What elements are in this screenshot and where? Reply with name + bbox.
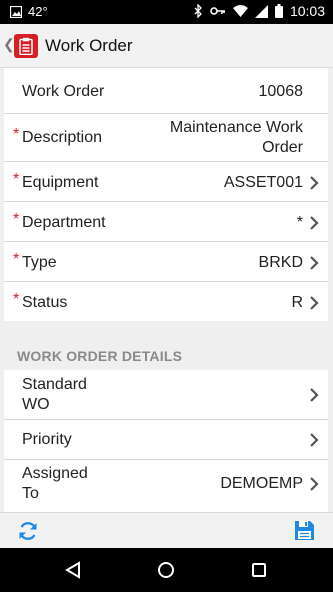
form-content: Work Order 10068 * Description Maintenan… xyxy=(0,68,333,512)
work-order-label: Work Order xyxy=(22,83,105,100)
bottom-action-bar xyxy=(0,512,333,548)
back-arrow-icon[interactable]: ❮ xyxy=(3,36,15,53)
equipment-value: ASSET001 xyxy=(223,174,303,191)
assigned-to-label-line2: To xyxy=(22,485,39,502)
work-order-value: 10068 xyxy=(258,83,304,100)
key-icon xyxy=(210,6,226,16)
home-circle-icon[interactable] xyxy=(157,561,175,579)
type-row[interactable]: * Type BRKD xyxy=(4,242,328,282)
required-marker: * xyxy=(13,211,20,228)
system-navigation-bar xyxy=(0,548,333,592)
priority-label: Priority xyxy=(22,431,72,448)
description-value-line2: Order xyxy=(262,139,303,156)
assigned-to-label-line1: Assigned xyxy=(22,465,88,482)
required-marker: * xyxy=(13,126,20,143)
required-marker: * xyxy=(13,291,20,308)
bluetooth-icon xyxy=(194,4,203,18)
status-row[interactable]: * Status R xyxy=(4,282,328,321)
chevron-right-icon xyxy=(310,216,319,230)
chevron-right-icon xyxy=(310,433,319,447)
type-value: BRKD xyxy=(258,254,303,271)
back-triangle-icon[interactable] xyxy=(64,561,82,579)
app-bar: ❮ Work Order xyxy=(0,24,333,68)
description-value-line1: Maintenance Work xyxy=(169,119,303,136)
battery-icon xyxy=(274,4,283,18)
chevron-right-icon xyxy=(310,296,319,310)
chevron-right-icon xyxy=(310,477,319,491)
assigned-to-row[interactable]: Assigned To DEMOEMP xyxy=(4,460,328,510)
wifi-icon xyxy=(232,5,248,17)
section-header: WORK ORDER DETAILS xyxy=(17,348,183,364)
chevron-right-icon xyxy=(310,176,319,190)
assigned-to-value: DEMOEMP xyxy=(220,475,303,492)
equipment-row[interactable]: * Equipment ASSET001 xyxy=(4,162,328,202)
chevron-right-icon xyxy=(310,388,319,402)
department-row[interactable]: * Department * xyxy=(4,202,328,242)
notification-image-icon xyxy=(10,5,22,18)
standard-wo-label-line2: WO xyxy=(22,396,50,413)
department-value: * xyxy=(296,214,303,231)
save-icon[interactable] xyxy=(294,520,315,541)
work-order-card: Work Order 10068 * Description Maintenan… xyxy=(4,68,328,321)
clipboard-icon[interactable] xyxy=(14,34,38,58)
status-label: Status xyxy=(22,294,68,311)
priority-row[interactable]: Priority xyxy=(4,420,328,460)
clock-text: 10:03 xyxy=(289,3,325,19)
department-label: Department xyxy=(22,214,106,231)
required-marker: * xyxy=(13,171,20,188)
status-bar: 42° 10:03 xyxy=(0,0,333,24)
status-value: R xyxy=(291,294,303,311)
description-row[interactable]: * Description Maintenance Work Order xyxy=(4,114,328,162)
equipment-label: Equipment xyxy=(22,174,99,191)
standard-wo-label-line1: Standard xyxy=(22,376,87,393)
type-label: Type xyxy=(22,254,57,271)
chevron-right-icon xyxy=(310,256,319,270)
description-label: Description xyxy=(22,129,103,146)
signal-icon xyxy=(254,4,268,18)
temperature-text: 42° xyxy=(28,4,48,19)
standard-wo-row[interactable]: Standard WO xyxy=(4,370,328,420)
details-card: Standard WO Priority Assigned To DEMOEMP xyxy=(4,370,328,512)
recents-square-icon[interactable] xyxy=(251,562,267,578)
refresh-icon[interactable] xyxy=(17,520,39,542)
page-title: Work Order xyxy=(45,36,133,55)
work-order-row: Work Order 10068 xyxy=(4,68,328,114)
required-marker: * xyxy=(13,251,20,268)
